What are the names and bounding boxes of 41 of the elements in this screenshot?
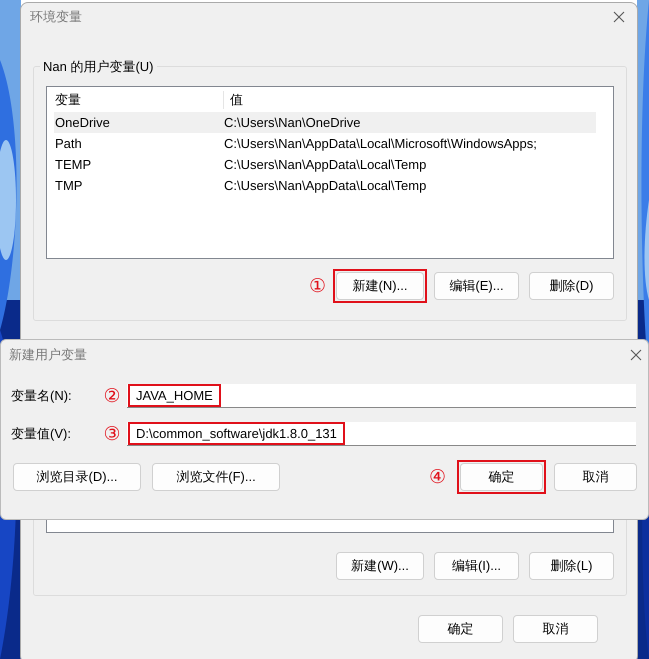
dialog-button[interactable]: 确定 <box>418 615 503 643</box>
input-field[interactable]: JAVA_HOME <box>127 384 636 408</box>
dialog-button[interactable]: 确定 <box>460 463 543 491</box>
dialog-button[interactable]: 取消 <box>513 615 598 643</box>
variable-value: C:\Users\Nan\AppData\Local\Temp <box>223 178 426 193</box>
dialog-button[interactable]: 新建(N)... <box>336 272 424 300</box>
dialog-button[interactable]: 编辑(E)... <box>434 272 519 300</box>
column-header[interactable]: 值 <box>223 90 243 108</box>
variable-row[interactable]: Path C:\Users\Nan\AppData\Local\Microsoft\WindowsApps; <box>54 133 596 154</box>
variable-name: TMP <box>54 178 84 193</box>
dialog-button[interactable]: 删除(D) <box>529 272 614 300</box>
dialog-button[interactable]: 新建(W)... <box>336 552 424 580</box>
variable-name: TEMP <box>54 157 92 172</box>
variable-row[interactable]: TMP C:\Users\Nan\AppData\Local\Temp <box>54 175 596 196</box>
variable-row[interactable]: TEMP C:\Users\Nan\AppData\Local\Temp <box>54 154 596 175</box>
dialog-button[interactable]: 编辑(I)... <box>434 552 519 580</box>
field-label: 变量名(N): <box>11 387 73 405</box>
dialog-button[interactable]: 浏览目录(D)... <box>13 463 141 491</box>
field-value: JAVA_HOME <box>128 384 221 407</box>
field-value: D:\common_software\jdk1.8.0_131 <box>128 422 345 445</box>
step-number: ③ <box>104 424 120 444</box>
dialog-button[interactable]: 浏览文件(F)... <box>152 463 280 491</box>
step-number: ② <box>104 386 120 406</box>
variable-name: Path <box>54 136 83 151</box>
variable-name: OneDrive <box>54 115 111 130</box>
close-icon[interactable] <box>630 349 642 361</box>
close-icon[interactable] <box>613 11 625 23</box>
input-field[interactable]: D:\common_software\jdk1.8.0_131 <box>127 422 636 446</box>
step-number: ④ <box>429 468 446 486</box>
column-header[interactable]: 变量 <box>54 90 223 108</box>
window-title: 环境变量 <box>30 8 82 26</box>
dialog-button[interactable]: 取消 <box>554 463 637 491</box>
variable-value: C:\Users\Nan\OneDrive <box>223 115 361 130</box>
variable-row[interactable]: OneDrive C:\Users\Nan\OneDrive <box>54 112 596 133</box>
group-label: Nan 的用户变量(U) <box>40 58 157 76</box>
dialog-title: 新建用户变量 <box>9 346 87 364</box>
field-label: 变量值(V): <box>11 425 72 443</box>
variable-value: C:\Users\Nan\AppData\Local\Microsoft\WindowsApps; <box>223 136 537 151</box>
variable-value: C:\Users\Nan\AppData\Local\Temp <box>223 157 426 172</box>
step-number: ① <box>309 276 326 296</box>
dialog-button[interactable]: 删除(L) <box>529 552 614 580</box>
